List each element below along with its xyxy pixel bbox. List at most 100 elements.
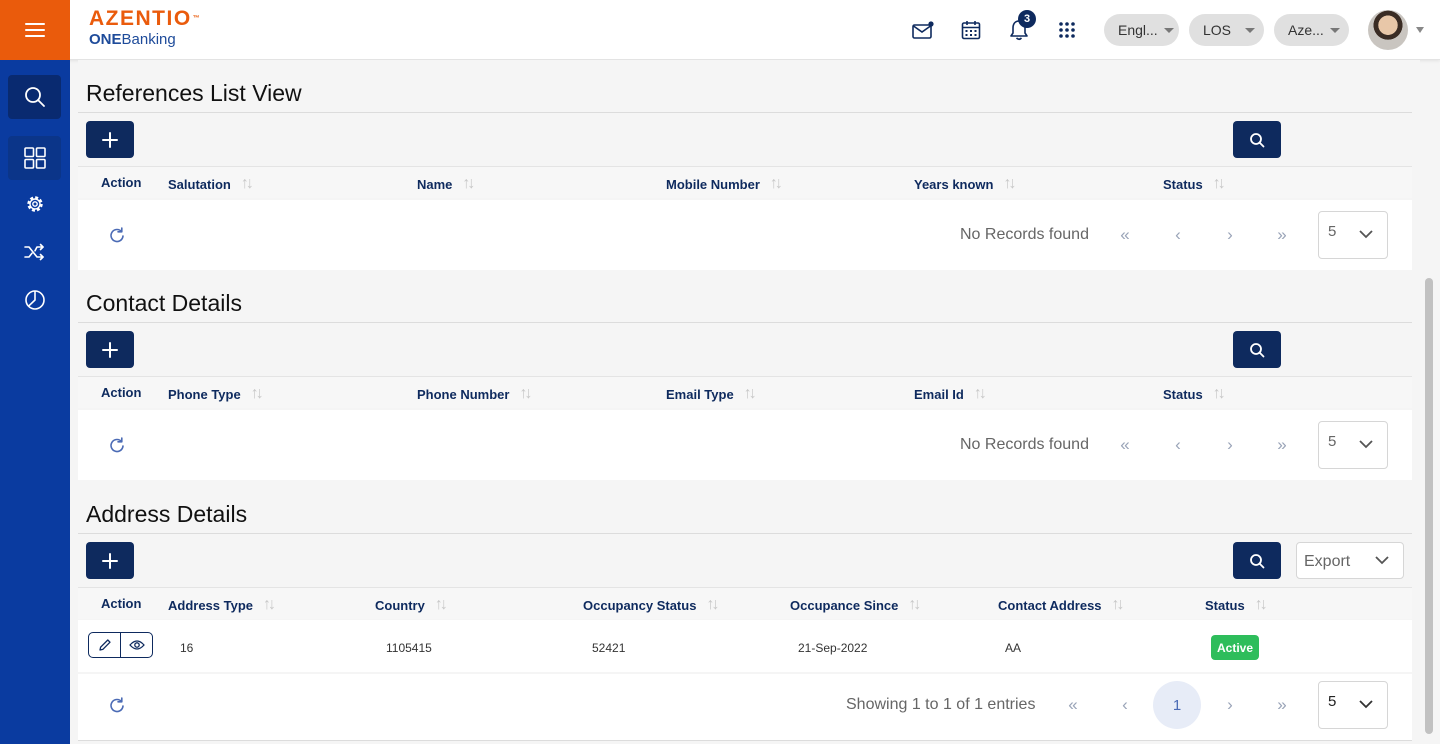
eye-icon (128, 640, 145, 650)
column-header-email-id[interactable]: Email Id ↑↓ (914, 385, 987, 403)
sort-icon[interactable]: ↑↓ (435, 596, 448, 614)
column-header-email-type[interactable]: Email Type ↑↓ (666, 385, 757, 403)
user-avatar[interactable] (1368, 10, 1408, 50)
cell-country: 1105415 (386, 641, 432, 655)
contacts-table-header: Action Phone Type ↑↓ Phone Number ↑↓ Email… (78, 376, 1412, 408)
column-header-years-known[interactable]: Years known ↑↓ (914, 175, 1016, 193)
language-value: Engl... (1118, 22, 1158, 38)
next-page-button[interactable]: › (1220, 695, 1240, 715)
sort-icon[interactable]: ↑↓ (1213, 175, 1226, 193)
sort-icon[interactable]: ↑↓ (241, 175, 254, 193)
last-page-button[interactable]: » (1272, 695, 1292, 715)
column-header-phone-number[interactable]: Phone Number ↑↓ (417, 385, 532, 403)
page-size-select[interactable]: 5 (1318, 211, 1388, 259)
column-header-action: Action (101, 175, 142, 190)
sort-icon[interactable]: ↑↓ (1213, 385, 1226, 403)
search-icon (24, 87, 45, 107)
hamburger-menu-button[interactable] (0, 0, 70, 60)
notification-count-badge: 3 (1018, 10, 1036, 28)
sort-icon[interactable]: ↑↓ (251, 385, 264, 403)
divider (78, 112, 1412, 113)
next-page-button[interactable]: › (1220, 225, 1240, 245)
user-menu-caret-icon[interactable] (1416, 27, 1424, 33)
sidebar-item-dashboard[interactable] (8, 136, 61, 180)
sort-icon[interactable]: ↑↓ (462, 175, 475, 193)
sort-icon[interactable]: ↑↓ (770, 175, 783, 193)
first-page-button[interactable]: « (1115, 225, 1135, 245)
refresh-icon[interactable] (108, 696, 126, 714)
column-header-action: Action (101, 596, 142, 611)
references-search-button[interactable] (1233, 121, 1281, 158)
main-content: References List View Action Salutation ↑↓… (78, 60, 1420, 744)
plus-icon (102, 552, 118, 569)
entity-select[interactable]: Aze... (1274, 14, 1349, 46)
chevron-down-icon (1163, 27, 1174, 33)
divider (78, 322, 1412, 323)
address-search-button[interactable] (1233, 542, 1281, 579)
page-size-select[interactable]: 5 (1318, 681, 1388, 729)
sort-icon[interactable]: ↑↓ (974, 385, 987, 403)
column-header-name[interactable]: Name ↑↓ (417, 175, 475, 193)
column-header-status[interactable]: Status ↑↓ (1163, 175, 1226, 193)
sidebar-item-settings[interactable] (8, 182, 61, 226)
page-size-select[interactable]: 5 (1318, 421, 1388, 469)
add-contact-button[interactable] (86, 331, 134, 368)
column-header-mobile-number[interactable]: Mobile Number ↑↓ (666, 175, 783, 193)
sidebar-item-search[interactable] (8, 75, 61, 119)
first-page-button[interactable]: « (1063, 695, 1083, 715)
mail-icon[interactable] (911, 18, 935, 42)
sort-icon[interactable]: ↑↓ (1255, 596, 1268, 614)
column-header-status[interactable]: Status ↑↓ (1163, 385, 1226, 403)
column-header-occupancy-status[interactable]: Occupancy Status ↑↓ (583, 596, 719, 614)
sort-icon[interactable]: ↑↓ (1112, 596, 1125, 614)
logo-trademark: ™ (192, 15, 202, 22)
column-header-address-type[interactable]: Address Type ↑↓ (168, 596, 276, 614)
refresh-icon[interactable] (108, 226, 126, 244)
sort-icon[interactable]: ↑↓ (1003, 175, 1016, 193)
column-header-country[interactable]: Country ↑↓ (375, 596, 448, 614)
search-icon (1250, 132, 1265, 147)
references-table-footer: No Records found « ‹ › » 5 (78, 200, 1412, 270)
view-button[interactable] (120, 633, 152, 657)
sort-icon[interactable]: ↑↓ (908, 596, 921, 614)
export-select[interactable]: Export (1296, 542, 1404, 579)
chevron-down-icon (1375, 556, 1389, 565)
language-select[interactable]: Engl... (1104, 14, 1179, 46)
prev-page-button[interactable]: ‹ (1168, 225, 1188, 245)
refresh-icon[interactable] (108, 436, 126, 454)
sort-icon[interactable]: ↑↓ (744, 385, 757, 403)
contacts-search-button[interactable] (1233, 331, 1281, 368)
apps-grid-icon[interactable] (1055, 18, 1079, 42)
calendar-icon[interactable] (959, 18, 983, 42)
address-table-header: Action Address Type ↑↓ Country ↑↓ Occupanc… (78, 587, 1412, 619)
sort-icon[interactable]: ↑↓ (706, 596, 719, 614)
column-header-action: Action (101, 385, 142, 400)
prev-page-button[interactable]: ‹ (1115, 695, 1135, 715)
edit-button[interactable] (89, 633, 120, 657)
sidebar-item-workflow[interactable] (8, 230, 61, 274)
add-address-button[interactable] (86, 542, 134, 579)
column-header-status[interactable]: Status ↑↓ (1205, 596, 1268, 614)
sidebar-item-reports[interactable] (8, 278, 61, 322)
last-page-button[interactable]: » (1272, 435, 1292, 455)
next-page-button[interactable]: › (1220, 435, 1240, 455)
column-header-occupance-since[interactable]: Occupance Since ↑↓ (790, 596, 921, 614)
sort-icon[interactable]: ↑↓ (519, 385, 532, 403)
prev-page-button[interactable]: ‹ (1168, 435, 1188, 455)
add-reference-button[interactable] (86, 121, 134, 158)
module-select[interactable]: LOS (1189, 14, 1264, 46)
vertical-scrollbar[interactable] (1425, 278, 1433, 734)
column-header-contact-address[interactable]: Contact Address ↑↓ (998, 596, 1125, 614)
sort-icon[interactable]: ↑↓ (263, 596, 276, 614)
current-page-button[interactable]: 1 (1153, 681, 1201, 729)
pencil-icon (99, 639, 111, 651)
chevron-down-icon (1359, 440, 1373, 449)
cell-contact-address: AA (1005, 641, 1022, 655)
column-header-salutation[interactable]: Salutation ↑↓ (168, 175, 254, 193)
cell-occupancy-status: 52421 (592, 641, 626, 655)
shuffle-icon (23, 243, 44, 261)
entity-value: Aze... (1288, 22, 1324, 38)
first-page-button[interactable]: « (1115, 435, 1135, 455)
column-header-phone-type[interactable]: Phone Type ↑↓ (168, 385, 264, 403)
last-page-button[interactable]: » (1272, 225, 1292, 245)
